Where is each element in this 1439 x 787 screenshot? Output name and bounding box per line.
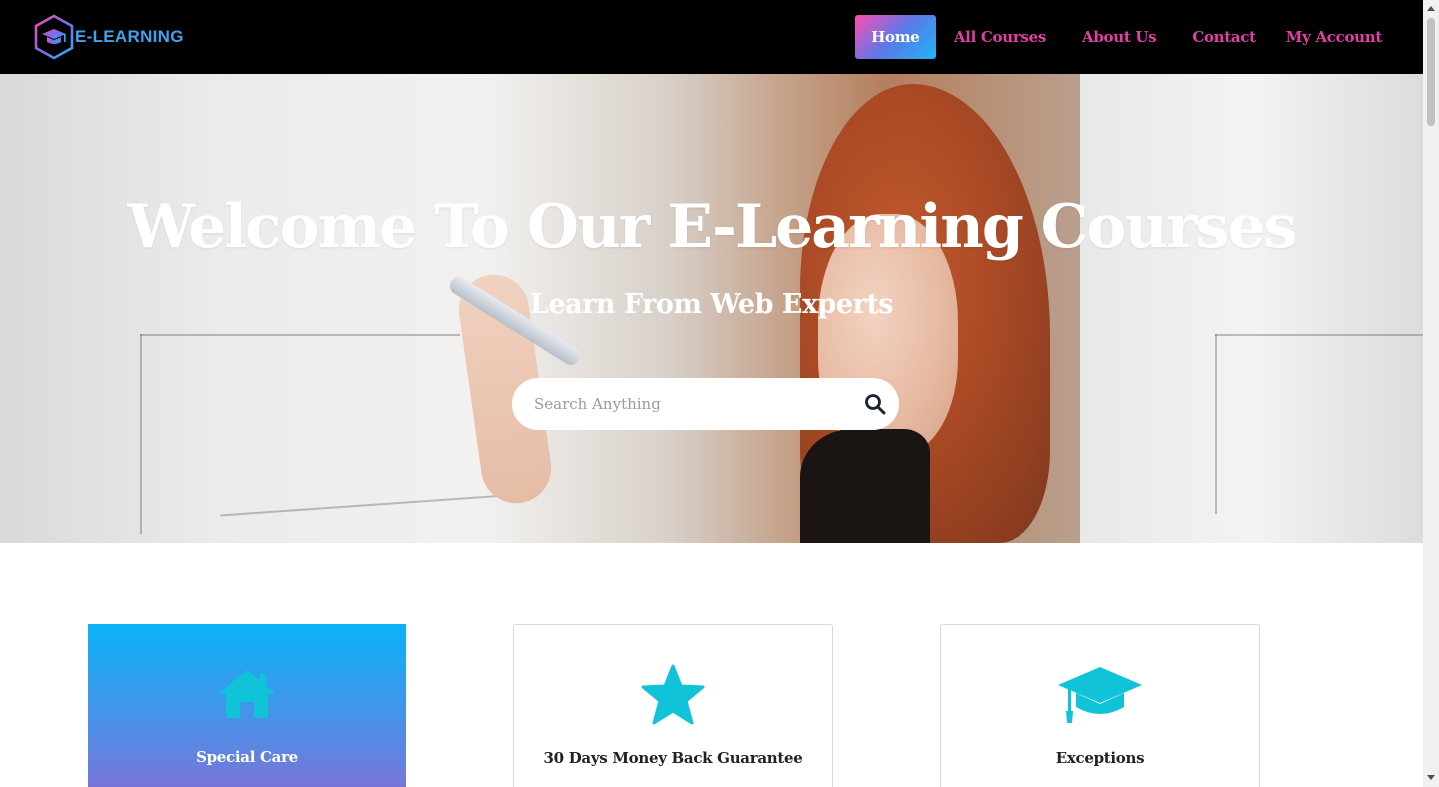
navbar: E-LEARNING Home All Courses About Us Con… [0,0,1423,74]
search-box [512,378,899,430]
feature-card-money-back[interactable]: 30 Days Money Back Guarantee [513,624,833,787]
star-icon [641,664,705,725]
scroll-up-arrow-icon[interactable] [1427,6,1435,11]
home-icon [218,670,276,718]
search-icon[interactable] [864,393,886,415]
nav-about-us[interactable]: About Us [1064,15,1174,59]
feature-title: 30 Days Money Back Guarantee [543,749,803,767]
feature-card-special-care[interactable]: Special Care [88,624,406,787]
nav-all-courses[interactable]: All Courses [936,15,1064,59]
whiteboard-line [220,493,520,517]
feature-card-exceptions[interactable]: Exceptions [940,624,1260,787]
nav-contact[interactable]: Contact [1174,15,1273,59]
brand-name: E-LEARNING [75,27,184,46]
feature-title: Special Care [196,748,298,766]
whiteboard-line [140,334,460,336]
main-nav: Home All Courses About Us Contact My Acc… [854,15,1423,59]
scroll-down-arrow-icon[interactable] [1427,775,1435,780]
whiteboard-scribble [192,373,210,425]
shoulder-graphic [800,429,930,543]
whiteboard-line [1215,334,1217,514]
hero-title: Welcome To Our E-Learning Courses [127,192,1298,262]
nav-home[interactable]: Home [854,15,936,59]
search-input[interactable] [534,378,854,430]
nav-my-account[interactable]: My Account [1268,15,1400,59]
graduation-cap-icon [1058,667,1142,723]
whiteboard-line [1215,334,1423,336]
feature-title: Exceptions [1055,749,1145,767]
hexagon-cap-icon [34,14,74,60]
whiteboard-line [140,334,142,534]
hero-subtitle: Learn From Web Experts [529,289,894,320]
scrollbar-thumb[interactable] [1427,18,1435,126]
page-scrollbar[interactable] [1423,0,1439,787]
logo[interactable]: E-LEARNING [33,14,184,60]
hero-section: Welcome To Our E-Learning Courses Learn … [0,74,1423,543]
